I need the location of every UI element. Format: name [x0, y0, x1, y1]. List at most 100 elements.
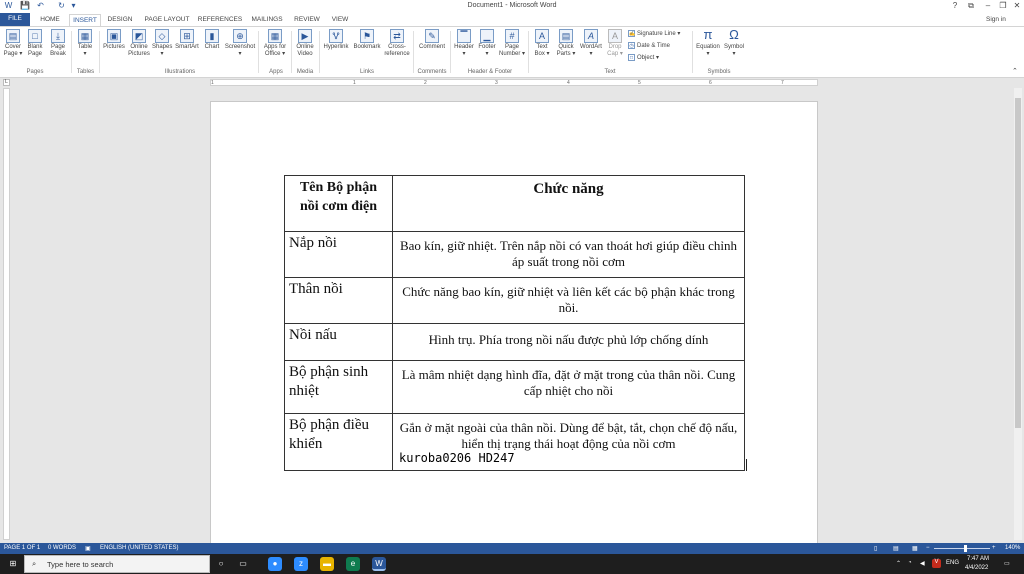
web-layout-icon[interactable]: ▦ [912, 545, 918, 552]
zoom-slider[interactable] [934, 545, 990, 552]
input-language[interactable]: ENG [946, 560, 959, 566]
vertical-scrollbar[interactable] [1014, 88, 1022, 540]
horizontal-ruler[interactable]: 1 1 2 3 4 5 6 7 [210, 79, 818, 86]
sign-in-link[interactable]: Sign in [986, 16, 1006, 23]
table-button[interactable]: ▦ Table ▾ [75, 29, 95, 58]
tab-references[interactable]: REFERENCES [196, 14, 244, 26]
function-text: Gắn ở mặt ngoài của thân nồi. Dùng để bậ… [399, 420, 738, 451]
antivirus-icon[interactable]: V [932, 559, 941, 568]
cross-reference-button[interactable]: ⇄ Cross- reference [383, 29, 411, 58]
tab-page-layout[interactable]: PAGE LAYOUT [141, 14, 193, 26]
tray-overflow-icon[interactable]: ⌃ [896, 560, 901, 567]
header-button[interactable]: ▔ Header ▾ [452, 29, 476, 58]
table-cell-function[interactable]: Gắn ở mặt ngoài của thân nồi. Dùng để bậ… [392, 413, 745, 471]
language-indicator[interactable]: ENGLISH (UNITED STATES) [100, 545, 178, 551]
group-label-comments: Comments [417, 69, 447, 75]
online-video-button[interactable]: ▶ Online Video [293, 29, 317, 58]
page-break-button[interactable]: ⤓ Page Break [47, 29, 69, 58]
hyperlink-button[interactable]: 🜉 Hyperlink [321, 29, 351, 51]
group-label-text: Text [604, 69, 616, 75]
signature-line-button[interactable]: ✍ Signature Line ▾ [628, 30, 680, 37]
date-time-button[interactable]: ◷ Date & Time [628, 42, 670, 49]
table-header-function[interactable]: Chức năng [392, 175, 745, 232]
tab-review[interactable]: REVIEW [292, 14, 322, 26]
zoom-app-icon[interactable]: ● [268, 557, 282, 571]
print-layout-icon[interactable]: ▤ [893, 545, 899, 552]
word-count[interactable]: 0 WORDS [48, 545, 76, 551]
document-table[interactable]: Tên Bộ phận nồi cơm điện Chức năng Nắp n… [284, 175, 745, 471]
tab-file[interactable]: FILE [0, 13, 30, 26]
pictures-button[interactable]: ▣ Pictures [102, 29, 126, 51]
speaker-icon[interactable]: ◀ [920, 560, 925, 567]
cortana-icon[interactable]: ○ [214, 557, 228, 571]
table-cell-function[interactable]: Hình trụ. Phía trong nồi nấu được phủ lớ… [392, 323, 745, 361]
tab-selector[interactable]: L [3, 79, 10, 86]
equation-button[interactable]: π Equation ▾ [694, 28, 722, 58]
table-cell-part[interactable]: Thân nồi [284, 277, 393, 324]
task-view-icon[interactable]: ▭ [236, 557, 250, 571]
shapes-icon: ◇ [155, 29, 169, 43]
header-icon: ▔ [457, 29, 471, 43]
file-explorer-icon[interactable]: ▬ [320, 557, 334, 571]
zoom-meetings-icon[interactable]: z [294, 557, 308, 571]
proofing-icon[interactable]: ▣ [85, 545, 91, 552]
bookmark-button[interactable]: ⚑ Bookmark [352, 29, 382, 51]
network-icon[interactable]: ◔ [908, 560, 912, 566]
tab-design[interactable]: DESIGN [103, 14, 137, 26]
table-header-part[interactable]: Tên Bộ phận nồi cơm điện [284, 175, 393, 232]
table-cell-function[interactable]: Bao kín, giữ nhiệt. Trên nắp nồi có van … [392, 231, 745, 278]
table-cell-part[interactable]: Bộ phận điều khiển [284, 413, 393, 471]
read-mode-icon[interactable]: ▯ [874, 545, 877, 552]
zoom-slider-thumb[interactable] [964, 545, 967, 552]
restore-button[interactable]: ❐ [996, 0, 1010, 12]
notifications-icon[interactable]: ▭ [1004, 560, 1010, 567]
word-taskbar-icon[interactable]: W [372, 557, 386, 571]
minimize-button[interactable]: – [981, 0, 995, 12]
scrollbar-thumb[interactable] [1015, 98, 1021, 428]
cover-page-button[interactable]: ▤ Cover Page ▾ [3, 29, 23, 58]
screenshot-button[interactable]: ⊕ Screenshot ▾ [223, 29, 257, 58]
smartart-button[interactable]: ⊞ SmartArt [173, 29, 201, 51]
clock-date[interactable]: 4/4/2022 [965, 565, 988, 571]
table-cell-part[interactable]: Nắp nồi [284, 231, 393, 278]
collapse-ribbon-icon[interactable]: ⌃ [1012, 67, 1018, 75]
taskbar-search[interactable]: ⌕ Type here to search [24, 555, 210, 573]
table-cell-function[interactable]: Là mâm nhiệt dạng hình đĩa, đặt ở mặt tr… [392, 360, 745, 414]
zoom-in-icon[interactable]: + [992, 545, 996, 551]
zoom-out-icon[interactable]: − [926, 545, 930, 551]
windows-start-icon[interactable]: ⊞ [6, 557, 20, 571]
vertical-ruler[interactable] [3, 88, 10, 540]
chart-button[interactable]: ▮ Chart [202, 29, 222, 51]
edge-browser-icon[interactable]: e [346, 557, 360, 571]
drop-cap-button[interactable]: A Drop Cap ▾ [604, 29, 626, 58]
page-count[interactable]: PAGE 1 OF 1 [4, 545, 40, 551]
tab-home[interactable]: HOME [35, 14, 65, 26]
ruler-number: 4 [567, 80, 570, 86]
comment-button[interactable]: ✎ Comment [416, 29, 448, 51]
hyperlink-icon: 🜉 [329, 29, 343, 43]
zoom-level[interactable]: 140% [1005, 545, 1020, 551]
tab-insert[interactable]: INSERT [69, 14, 101, 26]
shapes-button[interactable]: ◇ Shapes ▾ [152, 29, 172, 58]
text-box-button[interactable]: A Text Box ▾ [531, 29, 553, 58]
table-cell-part[interactable]: Nồi nấu [284, 323, 393, 361]
quick-parts-button[interactable]: ▤ Quick Parts ▾ [554, 29, 578, 58]
wordart-button[interactable]: A WordArt ▾ [578, 29, 604, 58]
footer-button[interactable]: ▁ Footer ▾ [476, 29, 498, 58]
symbol-button[interactable]: Ω Symbol ▾ [722, 28, 746, 58]
tab-mailings[interactable]: MAILINGS [248, 14, 286, 26]
document-page[interactable]: Tên Bộ phận nồi cơm điện Chức năng Nắp n… [210, 101, 818, 546]
apps-for-office-button[interactable]: ▦ Apps for Office ▾ [261, 29, 289, 58]
object-button[interactable]: □ Object ▾ [628, 54, 659, 61]
clock-time[interactable]: 7:47 AM [967, 556, 989, 562]
tab-view[interactable]: VIEW [328, 14, 352, 26]
table-cell-function[interactable]: Chức năng bao kín, giữ nhiệt và liên kết… [392, 277, 745, 324]
help-button[interactable]: ? [948, 0, 962, 12]
ribbon-display-button[interactable]: ⧉ [964, 0, 978, 12]
online-pictures-button[interactable]: ◩ Online Pictures [127, 29, 151, 58]
table-cell-part[interactable]: Bộ phận sinh nhiệt [284, 360, 393, 414]
text-box-icon: A [535, 29, 549, 43]
close-button[interactable]: ✕ [1010, 0, 1024, 12]
page-number-button[interactable]: # Page Number ▾ [498, 29, 526, 58]
blank-page-button[interactable]: □ Blank Page [25, 29, 45, 58]
